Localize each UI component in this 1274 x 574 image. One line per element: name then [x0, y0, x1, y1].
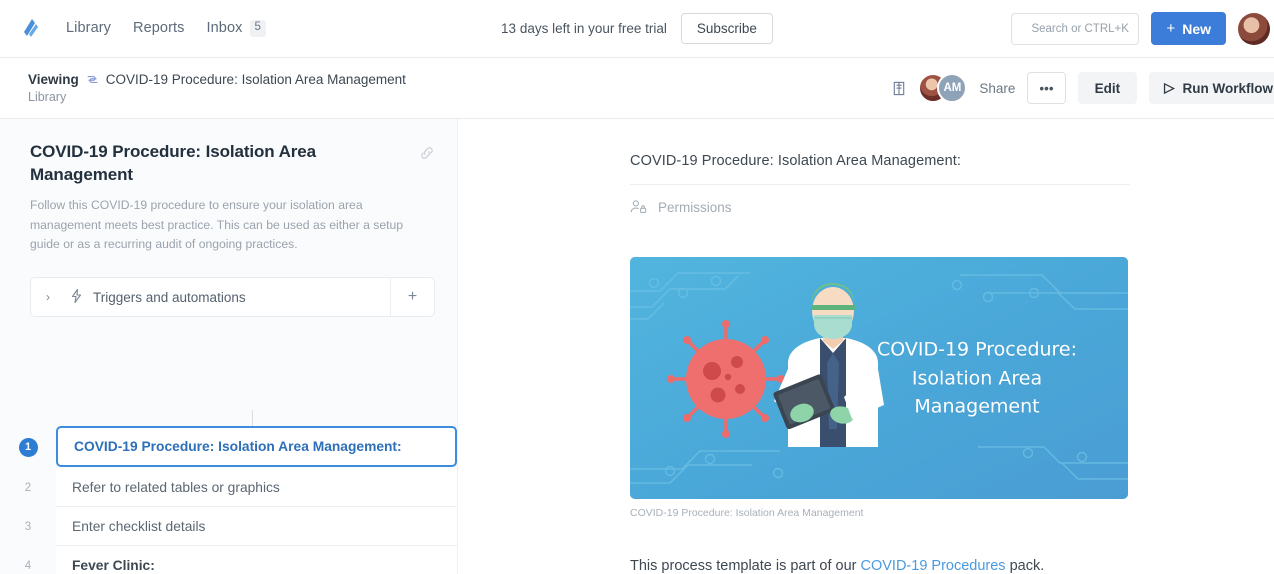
chevron-right-icon: › — [46, 290, 50, 305]
new-button-label: New — [1182, 20, 1211, 37]
permissions-row[interactable]: Permissions — [630, 199, 1130, 215]
divider — [630, 184, 1130, 185]
search-input[interactable]: Search or CTRL+K — [1011, 12, 1140, 45]
triggers-and-automations-row[interactable]: › Triggers and automations + — [30, 277, 435, 318]
banner-text-line1: COVID-19 Procedure: — [876, 338, 1078, 361]
process-street-logo[interactable] — [18, 16, 44, 42]
edit-button[interactable]: Edit — [1077, 72, 1138, 104]
subscribe-button[interactable]: Subscribe — [680, 13, 773, 44]
sidebar-title-row: COVID-19 Procedure: Isolation Area Manag… — [30, 141, 435, 187]
task-sidebar: COVID-19 Procedure: Isolation Area Manag… — [0, 119, 458, 574]
plus-icon: + — [1166, 20, 1176, 37]
task-number: 4 — [24, 559, 32, 572]
document-title: COVID-19 Procedure: Isolation Area Manag… — [105, 72, 406, 87]
inbox-count-badge: 5 — [249, 20, 266, 37]
viewing-label: Viewing — [28, 72, 79, 87]
sidebar-title: COVID-19 Procedure: Isolation Area Manag… — [30, 142, 316, 184]
paragraph-before: This process template is part of our — [630, 558, 861, 574]
banner-caption: COVID-19 Procedure: Isolation Area Manag… — [630, 507, 864, 519]
content-paragraph: This process template is part of our COV… — [630, 555, 1130, 574]
nav-link-reports[interactable]: Reports — [133, 20, 184, 36]
task-number-active: 1 — [18, 437, 38, 457]
task-number-badge: 1 — [0, 426, 56, 468]
paragraph-after: pack. — [1005, 558, 1045, 574]
play-icon: ▷ — [1164, 80, 1175, 95]
banner-text: COVID-19 Procedure: Isolation Area Manag… — [852, 335, 1102, 421]
person-lock-icon — [630, 200, 647, 214]
nav-link-library[interactable]: Library — [66, 20, 111, 36]
task-row-3[interactable]: 3 Enter checklist details — [0, 507, 457, 546]
breadcrumb-line-primary: Viewing COVID-19 Procedure: Isolation Ar… — [28, 72, 406, 87]
workflow-icon — [87, 76, 98, 83]
task-label: Fever Clinic: — [56, 546, 457, 574]
sidebar-description: Follow this COVID-19 procedure to ensure… — [30, 197, 404, 252]
triggers-label: Triggers and automations — [93, 289, 246, 305]
search-placeholder: Search or CTRL+K — [1031, 22, 1129, 35]
task-label: COVID-19 Procedure: Isolation Area Manag… — [56, 426, 457, 467]
task-detail-title: COVID-19 Procedure: Isolation Area Manag… — [630, 153, 962, 169]
add-trigger-button[interactable]: + — [390, 278, 434, 317]
primary-nav: Library Reports Inbox 5 — [66, 20, 266, 37]
user-avatar[interactable] — [1238, 12, 1270, 45]
more-options-button[interactable]: ••• — [1027, 72, 1066, 104]
task-row-4[interactable]: 4 Fever Clinic: — [0, 546, 457, 574]
permissions-label: Permissions — [658, 199, 732, 215]
task-list: 1 COVID-19 Procedure: Isolation Area Man… — [0, 426, 457, 574]
avatar-initials[interactable]: AM — [937, 73, 968, 103]
sidebar-header: COVID-19 Procedure: Isolation Area Manag… — [0, 119, 457, 318]
top-navigation-bar: Library Reports Inbox 5 13 days left in … — [0, 0, 1274, 58]
banner-text-line2: Isolation Area Management — [911, 366, 1043, 418]
app-root: Library Reports Inbox 5 13 days left in … — [0, 0, 1274, 574]
task-number: 3 — [24, 520, 32, 533]
document-header-bar: Viewing COVID-19 Procedure: Isolation Ar… — [0, 58, 1274, 119]
task-label: Refer to related tables or graphics — [56, 468, 457, 507]
top-nav-actions: Search or CTRL+K + New — [1011, 12, 1270, 45]
share-button[interactable]: Share — [979, 81, 1015, 96]
template-icon[interactable] — [892, 81, 906, 96]
covid-procedures-link[interactable]: COVID-19 Procedures — [861, 558, 1006, 574]
task-detail-inner: COVID-19 Procedure: Isolation Area Manag… — [458, 119, 1130, 574]
breadcrumb: Viewing COVID-19 Procedure: Isolation Ar… — [28, 72, 406, 104]
task-number: 2 — [24, 481, 32, 494]
main-body: COVID-19 Procedure: Isolation Area Manag… — [0, 119, 1274, 574]
nav-inbox-label: Inbox — [206, 20, 243, 37]
banner-image: COVID-19 Procedure: Isolation Area Manag… — [630, 257, 1128, 499]
task-row-1[interactable]: 1 COVID-19 Procedure: Isolation Area Man… — [0, 426, 457, 468]
task-row-2[interactable]: 2 Refer to related tables or graphics — [0, 468, 457, 507]
run-workflow-label: Run Workflow — [1182, 80, 1274, 96]
link-icon[interactable] — [419, 145, 435, 161]
nav-link-inbox[interactable]: Inbox 5 — [207, 20, 266, 37]
document-actions: AM Share ••• Edit ▷ Run Workflow — [892, 72, 1274, 104]
trial-status-text: 13 days left in your free trial — [501, 21, 667, 36]
new-button[interactable]: + New — [1151, 12, 1226, 45]
run-workflow-button[interactable]: ▷ Run Workflow — [1149, 72, 1274, 104]
lightning-bolt-icon — [65, 288, 87, 306]
task-label: Enter checklist details — [56, 507, 457, 546]
collaborator-avatars: AM — [918, 73, 968, 103]
task-detail-panel: COVID-19 Procedure: Isolation Area Manag… — [458, 119, 1274, 574]
breadcrumb-parent[interactable]: Library — [28, 90, 406, 104]
